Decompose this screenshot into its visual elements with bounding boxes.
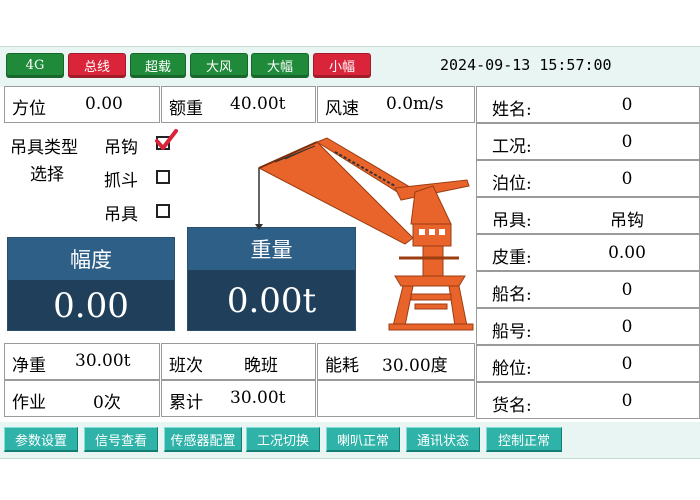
net-weight-cell: 净重 30.00t xyxy=(4,343,160,380)
mode-switch-button[interactable]: 工况切换 xyxy=(246,427,320,452)
info-label: 皮重: xyxy=(492,248,532,268)
comm-status-button[interactable]: 通讯状态 xyxy=(406,427,480,452)
info-label: 舱位: xyxy=(492,359,532,379)
total-label: 累计 xyxy=(169,393,203,413)
badge-high-wind[interactable]: 大风 xyxy=(190,53,248,78)
rated-load-value: 40.00t xyxy=(230,94,286,114)
total-cell: 累计 30.00t xyxy=(161,380,316,417)
info-value: 0 xyxy=(621,95,633,115)
horn-status-button[interactable]: 喇叭正常 xyxy=(326,427,400,452)
info-label: 船名: xyxy=(492,285,532,305)
option-grab-checkbox[interactable] xyxy=(156,170,170,184)
option-spreader-label: 吊具 xyxy=(104,205,138,225)
wind-speed-label: 风速 xyxy=(325,99,359,119)
info-value: 0 xyxy=(621,391,633,411)
control-status-button[interactable]: 控制正常 xyxy=(486,427,562,452)
option-spreader-checkbox[interactable] xyxy=(156,204,170,218)
info-label: 船号: xyxy=(492,322,532,342)
net-weight-label: 净重 xyxy=(12,356,46,376)
crane-icon xyxy=(255,137,474,331)
energy-label: 能耗 xyxy=(325,356,359,376)
info-value: 0.00 xyxy=(608,243,646,263)
signal-view-button[interactable]: 信号查看 xyxy=(84,427,158,452)
azimuth-label: 方位 xyxy=(12,99,46,119)
param-settings-button[interactable]: 参数设置 xyxy=(4,427,78,452)
info-row: 船号: 0 xyxy=(476,308,700,345)
option-grab-label: 抓斗 xyxy=(104,171,138,191)
info-row: 皮重: 0.00 xyxy=(476,234,700,271)
wind-speed-value: 0.0m/s xyxy=(386,94,444,114)
badge-overload[interactable]: 超载 xyxy=(130,53,186,78)
energy-cell: 能耗 30.00度 xyxy=(317,343,475,380)
shift-cell: 班次 晚班 xyxy=(161,343,316,380)
shift-label: 班次 xyxy=(169,356,203,376)
total-value: 30.00t xyxy=(230,388,286,408)
badge-4g[interactable]: 4G xyxy=(6,53,64,78)
amplitude-label: 幅度 xyxy=(8,238,174,280)
datetime-display: 2024-09-13 15:57:00 xyxy=(440,56,612,74)
net-weight-value: 30.00t xyxy=(75,351,131,371)
info-value: 吊钩 xyxy=(610,211,644,231)
info-row: 姓名: 0 xyxy=(476,86,700,123)
info-row: 舱位: 0 xyxy=(476,345,700,382)
info-label: 姓名: xyxy=(492,100,532,120)
info-label: 泊位: xyxy=(492,174,532,194)
info-value: 0 xyxy=(621,132,633,152)
energy-value: 30.00度 xyxy=(382,356,448,376)
badge-bus[interactable]: 总线 xyxy=(68,53,126,78)
info-value: 0 xyxy=(621,169,633,189)
jobs-label: 作业 xyxy=(12,393,46,413)
info-value: 0 xyxy=(621,354,633,374)
sensor-config-button[interactable]: 传感器配置 xyxy=(164,427,242,452)
azimuth-cell: 方位 0.00 xyxy=(4,86,160,123)
jobs-value: 0次 xyxy=(93,393,121,413)
rated-load-cell: 额重 40.00t xyxy=(161,86,316,123)
rated-load-label: 额重 xyxy=(169,99,203,119)
info-value: 0 xyxy=(621,280,633,300)
check-icon xyxy=(155,129,178,150)
badge-small-amplitude[interactable]: 小幅 xyxy=(313,53,371,78)
empty-cell xyxy=(317,380,475,417)
info-row: 工况: 0 xyxy=(476,123,700,160)
info-value: 0 xyxy=(621,317,633,337)
info-label: 货名: xyxy=(492,396,532,416)
badge-large-amplitude[interactable]: 大幅 xyxy=(251,53,309,78)
spreader-select-title: 吊具类型 xyxy=(10,138,78,158)
amplitude-panel: 幅度 0.00 xyxy=(7,237,175,331)
option-hook-label: 吊钩 xyxy=(104,138,138,158)
info-row: 货名: 0 xyxy=(476,382,700,419)
info-row: 泊位: 0 xyxy=(476,160,700,197)
info-row: 船名: 0 xyxy=(476,271,700,308)
info-label: 吊具: xyxy=(492,211,532,231)
info-row: 吊具: 吊钩 xyxy=(476,197,700,234)
spreader-select-subtitle: 选择 xyxy=(30,165,64,185)
info-label: 工况: xyxy=(492,137,532,157)
shift-value: 晚班 xyxy=(244,356,278,376)
azimuth-value: 0.00 xyxy=(85,94,123,114)
wind-speed-cell: 风速 0.0m/s xyxy=(317,86,475,123)
jobs-cell: 作业 0次 xyxy=(4,380,160,417)
amplitude-value: 0.00 xyxy=(53,286,129,326)
